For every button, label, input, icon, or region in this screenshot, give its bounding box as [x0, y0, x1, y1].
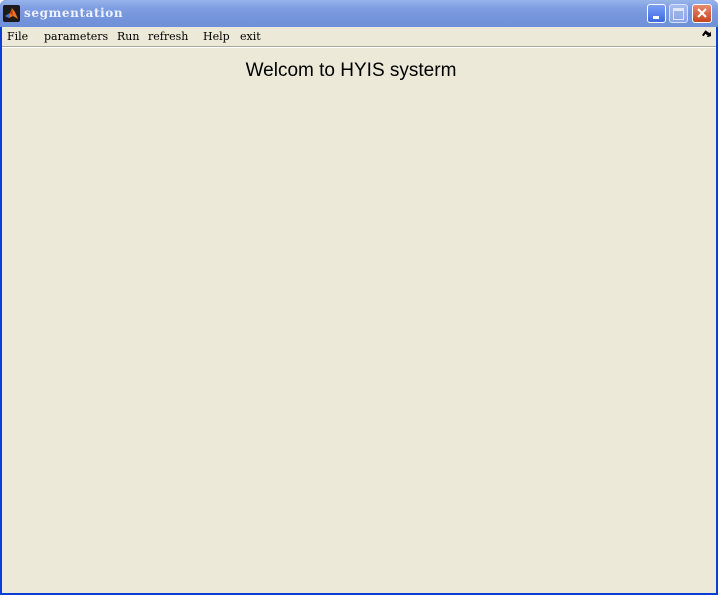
close-icon: [697, 8, 707, 18]
menu-file[interactable]: File: [7, 30, 28, 43]
maximize-button[interactable]: [669, 4, 688, 23]
dock-arrow-icon[interactable]: [702, 30, 712, 40]
menu-divider: [2, 47, 716, 48]
menu-run[interactable]: Run: [117, 30, 139, 43]
application-window: segmentation File parameters Run refresh…: [0, 0, 718, 595]
menu-bar: File parameters Run refresh Help exit: [2, 27, 716, 47]
minimize-button[interactable]: [647, 4, 666, 23]
figure-canvas: File parameters Run refresh Help exit We…: [2, 27, 716, 593]
menu-help[interactable]: Help: [203, 30, 230, 43]
menu-exit[interactable]: exit: [240, 30, 261, 43]
menu-refresh[interactable]: refresh: [148, 30, 188, 43]
menu-parameters[interactable]: parameters: [44, 30, 108, 43]
close-button[interactable]: [692, 4, 712, 23]
window-title: segmentation: [24, 6, 124, 20]
title-bar[interactable]: segmentation: [0, 0, 718, 27]
matlab-logo-icon[interactable]: [3, 5, 20, 22]
welcome-heading: Welcom to HYIS systerm: [245, 60, 457, 81]
